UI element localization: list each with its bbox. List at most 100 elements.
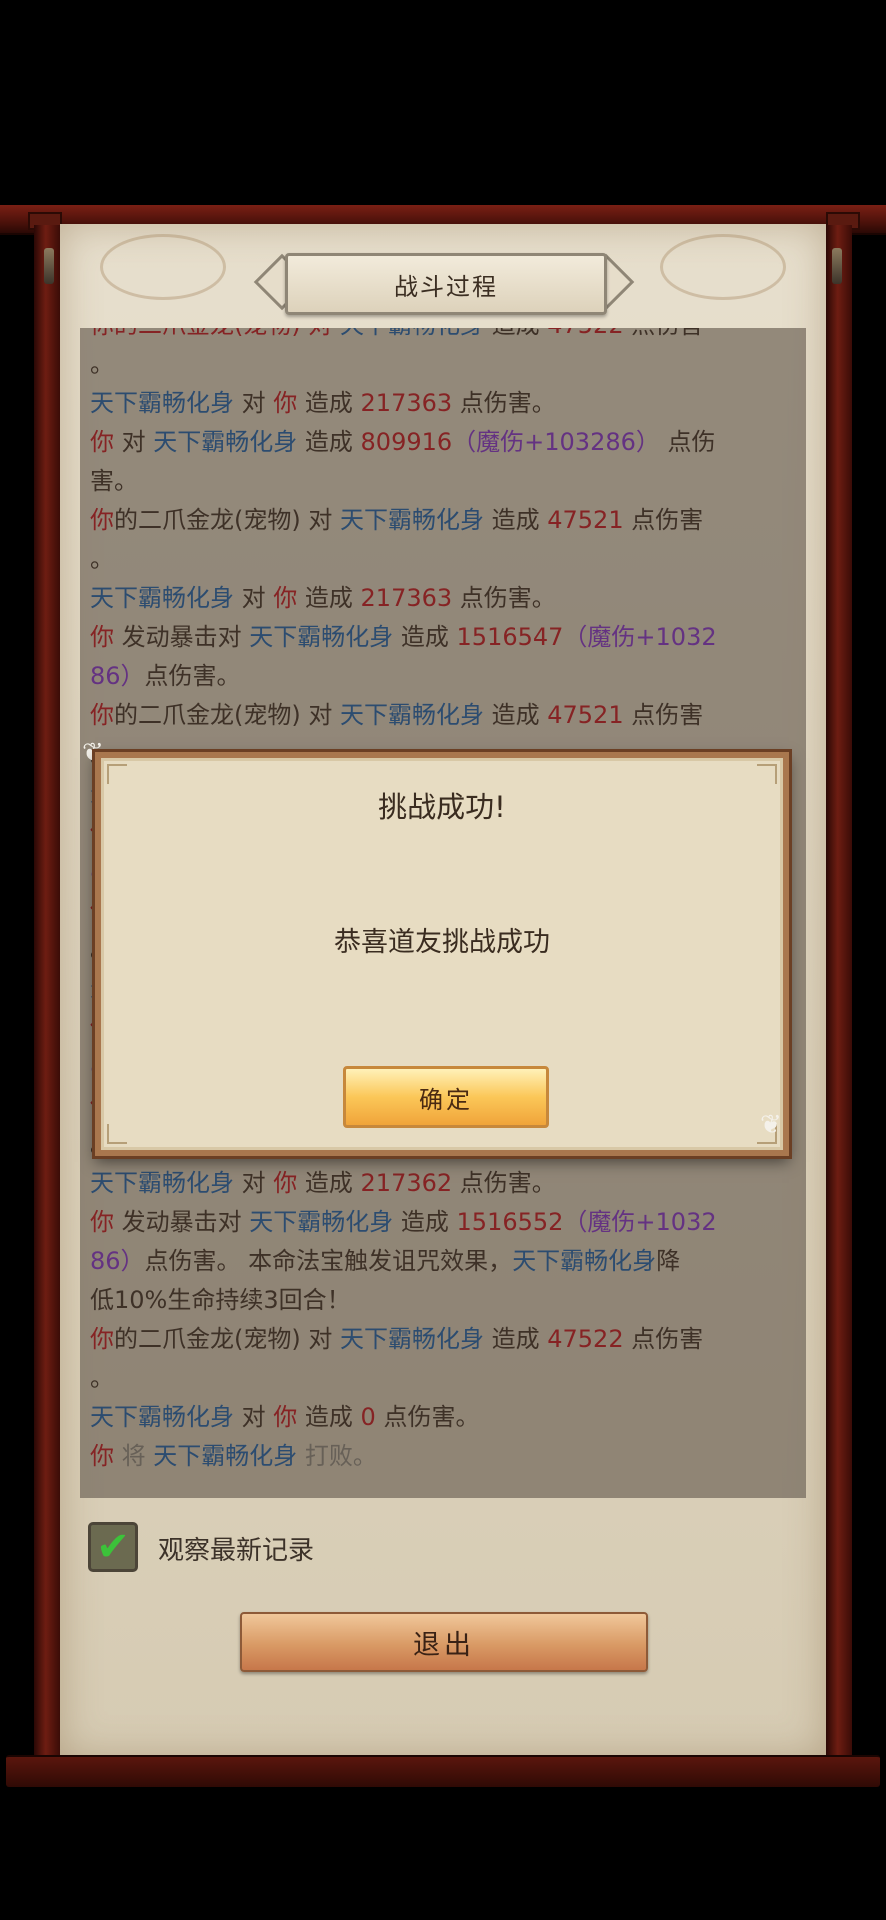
log-segment: 天下霸畅化身 (153, 428, 298, 456)
log-segment: 你 (273, 1169, 298, 1197)
log-segment: 对 (114, 428, 154, 456)
top-blank-area (0, 0, 886, 210)
log-segment: 造成 (393, 1208, 457, 1236)
log-segment: 点伤害 (623, 701, 704, 729)
log-segment: 你 (90, 1325, 114, 1353)
ok-button[interactable]: 确定 (343, 1066, 549, 1128)
dialog-title: 挑战成功! (378, 790, 506, 824)
log-segment: 217363 (360, 389, 453, 417)
log-segment: 打败。 (297, 1442, 377, 1470)
log-line: 害。 (90, 462, 796, 501)
exit-button[interactable]: 退出 (240, 1612, 648, 1672)
panel-title-plaque: 战斗过程 (285, 253, 607, 315)
panel-title: 战斗过程 (394, 272, 498, 301)
log-segment: 点伤害。 (452, 584, 556, 612)
log-segment: 发动暴击对 (114, 1208, 250, 1236)
log-line: 低10%生命持续3回合！ (90, 1281, 796, 1320)
log-segment: 天下霸畅化身 (249, 623, 394, 651)
log-line: 你的二爪金龙(宠物) 对 天下霸畅化身 造成 47522 点伤害 (90, 328, 796, 345)
log-segment: 。 (90, 1364, 114, 1392)
log-segment: 天下霸畅化身 (90, 389, 234, 417)
log-segment: 86） (90, 662, 145, 690)
log-segment: 降 (656, 1247, 681, 1275)
log-segment: 天下霸畅化身 (90, 584, 234, 612)
log-segment: 217362 (360, 1169, 453, 1197)
log-line: 你 发动暴击对 天下霸畅化身 造成 1516552（魔伤+1032 (90, 1203, 796, 1242)
log-segment: 造成 (297, 428, 361, 456)
log-segment: 你 (90, 701, 114, 729)
log-segment: 点伤害 (623, 1325, 704, 1353)
log-segment: 天下霸畅化身 (90, 1403, 234, 1431)
log-segment: 将 (114, 1442, 154, 1470)
scroll-left-pillar (34, 225, 60, 1760)
log-line: 你的二爪金龙(宠物) 对 天下霸畅化身 造成 47521 点伤害 (90, 501, 796, 540)
cloud-ornament-left (100, 234, 226, 300)
log-segment: 你 (273, 1403, 298, 1431)
dialog-message: 恭喜道友挑战成功 (334, 927, 550, 958)
log-line: 。 (90, 540, 796, 579)
log-segment: 点伤害。 本命法宝触发诅咒效果， (144, 1247, 513, 1275)
log-segment: 你 (273, 584, 298, 612)
log-segment: 点伤 (659, 428, 716, 456)
log-segment: 天下霸畅化身 (153, 1442, 298, 1470)
challenge-success-dialog: 挑战成功! 恭喜道友挑战成功 确定 (95, 752, 789, 1156)
log-segment: 你 (90, 506, 114, 534)
log-line: 86）点伤害。 本命法宝触发诅咒效果，天下霸畅化身降 (90, 1242, 796, 1281)
log-segment: 你 (90, 1442, 114, 1470)
scroll-right-pillar (826, 225, 852, 1760)
log-segment: 。 (90, 545, 114, 573)
log-segment: 发动暴击对 (114, 623, 250, 651)
log-segment: 造成 (297, 1403, 361, 1431)
log-segment: （魔伤+103286） (452, 428, 660, 456)
log-line: 你 发动暴击对 天下霸畅化身 造成 1516547（魔伤+1032 (90, 618, 796, 657)
log-segment: 低10%生命持续3回合！ (90, 1286, 351, 1314)
log-line: 86）点伤害。 (90, 657, 796, 696)
log-segment: 造成 (297, 389, 361, 417)
log-segment: 1516552 (456, 1208, 564, 1236)
log-segment: 对 (234, 1169, 274, 1197)
log-segment: 点伤害。 (375, 1403, 480, 1431)
dialog-corner (757, 764, 777, 784)
watch-latest-checkbox[interactable]: ✔ (88, 1522, 138, 1572)
tassel-left-icon (44, 248, 54, 284)
log-segment: 你的二爪金龙(宠物) 对 (90, 328, 340, 339)
log-segment: 天下霸畅化身 (249, 1208, 394, 1236)
log-line: 天下霸畅化身 对 你 造成 217363 点伤害。 (90, 384, 796, 423)
dialog-corner (107, 764, 127, 784)
log-segment: 对 (234, 584, 274, 612)
log-segment: 造成 (484, 328, 547, 339)
checkmark-icon: ✔ (96, 1524, 130, 1570)
log-line: 你 对 天下霸畅化身 造成 809916（魔伤+103286） 点伤 (90, 423, 796, 462)
log-segment: 点伤害。 (452, 389, 556, 417)
log-line: 你的二爪金龙(宠物) 对 天下霸畅化身 造成 47521 点伤害 (90, 696, 796, 735)
log-segment: 47522 (547, 1325, 624, 1353)
log-segment: 天下霸畅化身 (339, 701, 484, 729)
log-line: 你 将 天下霸畅化身 打败。 (90, 1437, 796, 1476)
log-segment: 你 (90, 623, 114, 651)
log-segment: 1516547 (456, 623, 564, 651)
log-segment: 0 (360, 1403, 376, 1431)
log-segment: 47522 (547, 328, 623, 339)
log-segment: 天下霸畅化身 (340, 328, 484, 339)
log-segment: 害。 (90, 467, 138, 495)
log-segment: 809916 (360, 428, 453, 456)
log-segment: 天下霸畅化身 (339, 506, 484, 534)
log-segment: 天下霸畅化身 (339, 1325, 484, 1353)
log-segment: 造成 (483, 701, 548, 729)
butterfly-icon: ❦ (760, 1110, 782, 1140)
log-line: 。 (90, 345, 796, 384)
log-segment: 的二爪金龙(宠物) 对 (114, 701, 340, 729)
log-segment: 。 (90, 350, 114, 378)
log-segment: 点伤害 (623, 506, 704, 534)
scroll-bottom-rod (6, 1755, 880, 1787)
log-line: 天下霸畅化身 对 你 造成 217362 点伤害。 (90, 1164, 796, 1203)
log-line: 。 (90, 1359, 796, 1398)
log-segment: 217363 (360, 584, 453, 612)
log-segment: 天下霸畅化身 (512, 1247, 657, 1275)
log-segment: 47521 (547, 506, 624, 534)
log-segment: 点伤害 (624, 328, 703, 339)
log-segment: 你 (273, 389, 298, 417)
log-segment: 你 (90, 428, 114, 456)
log-segment: 对 (234, 389, 274, 417)
log-segment: 造成 (483, 1325, 548, 1353)
